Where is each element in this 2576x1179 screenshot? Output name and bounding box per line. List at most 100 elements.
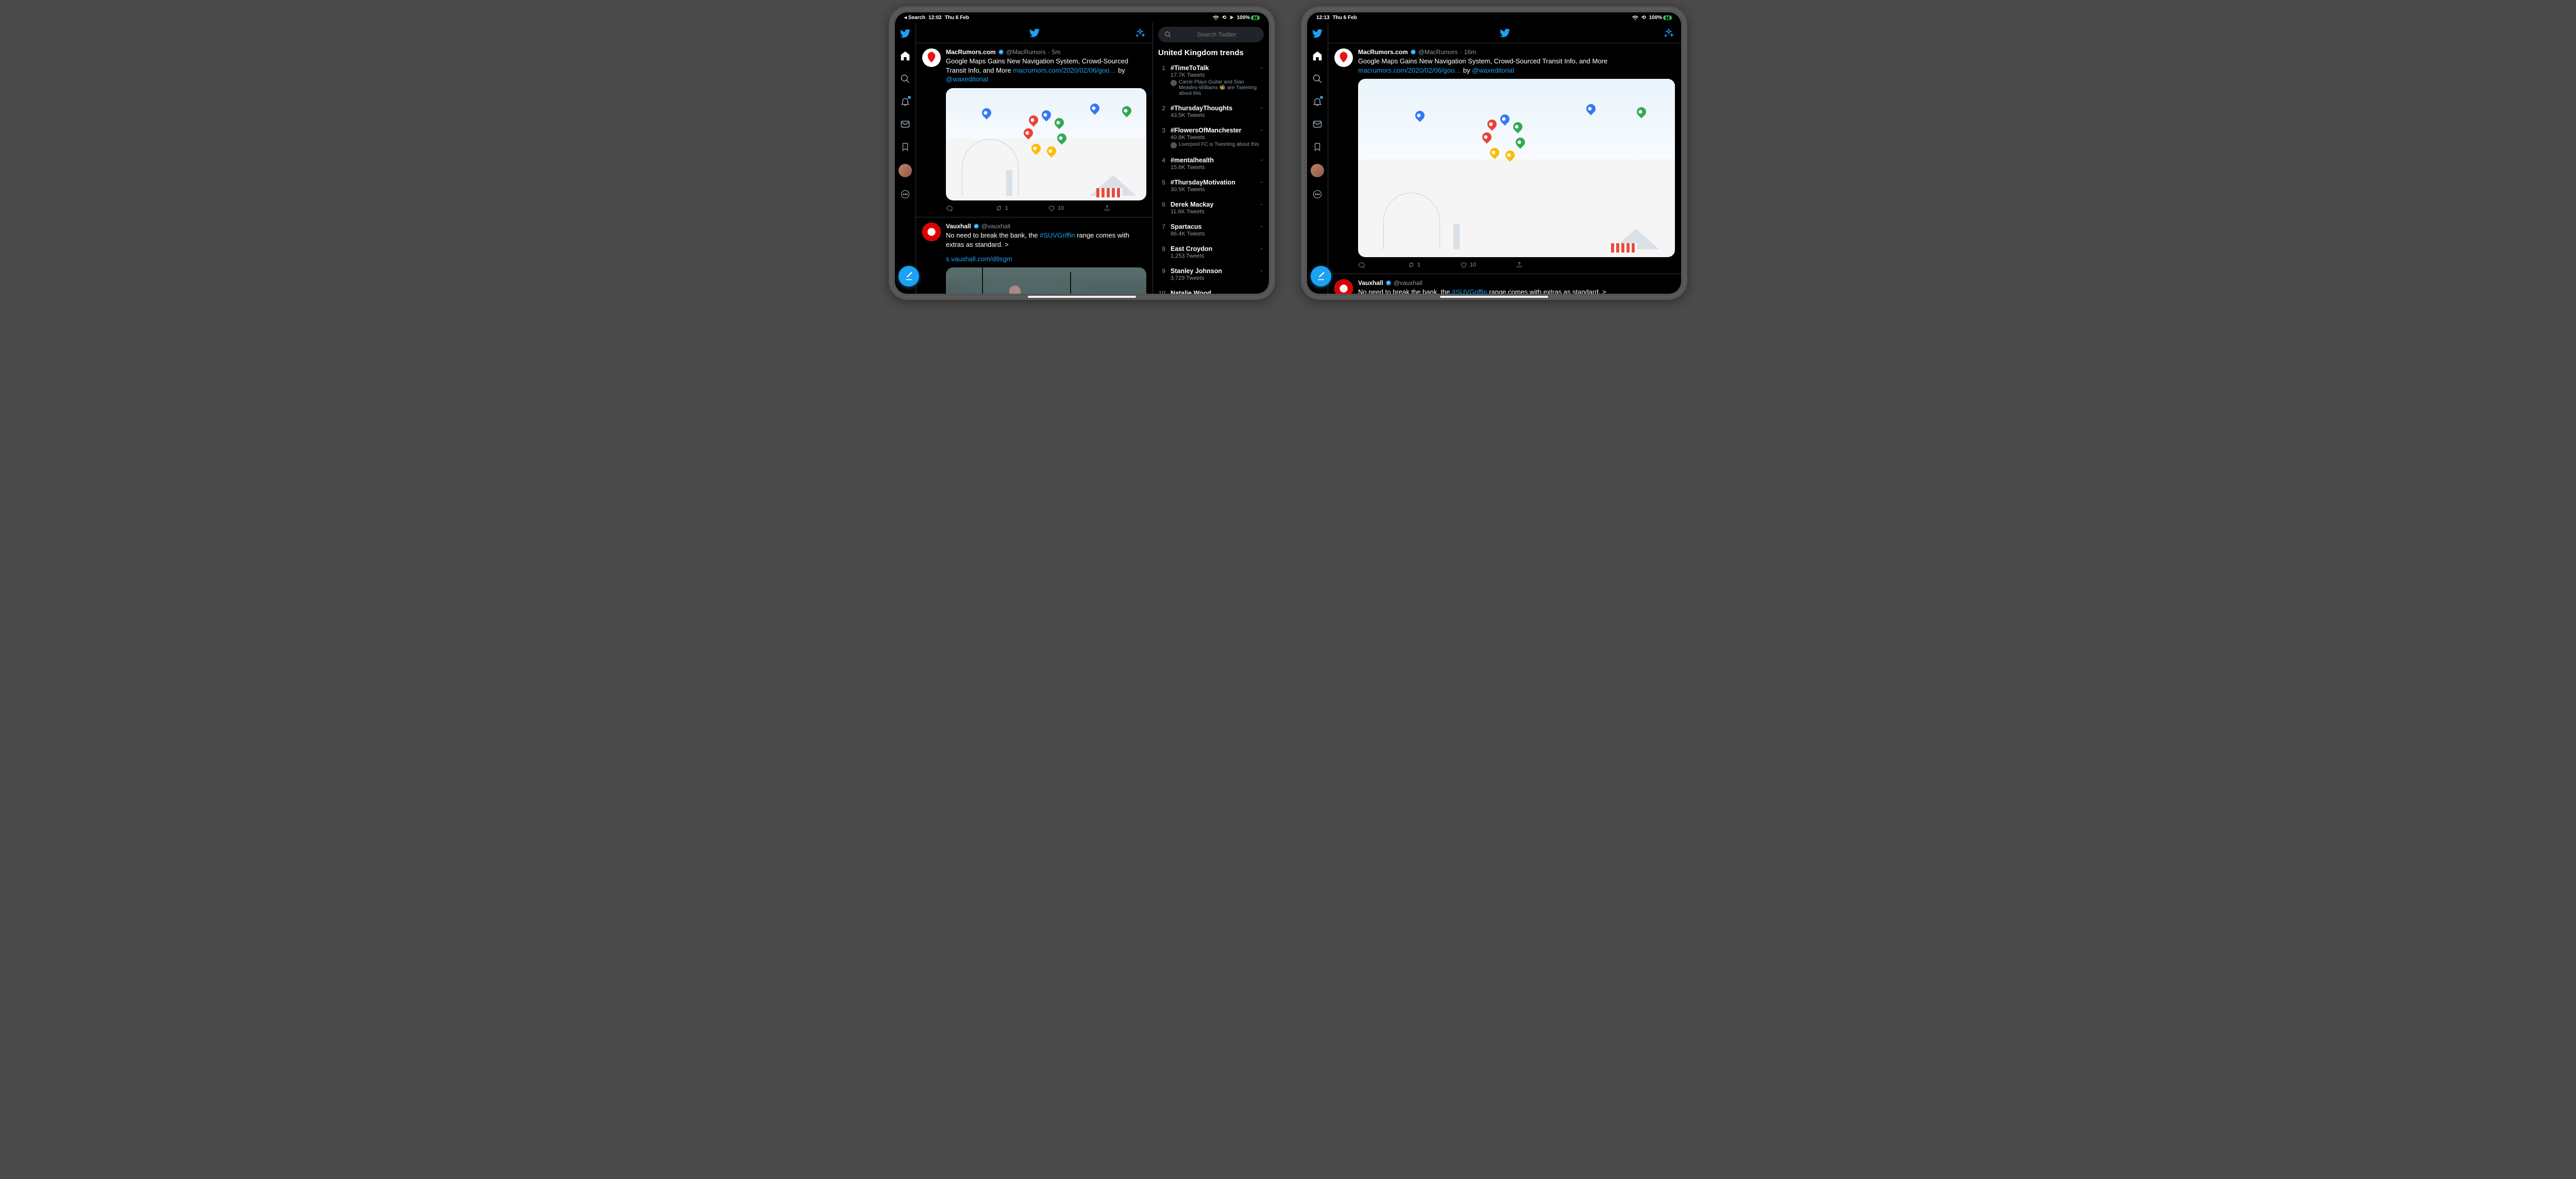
tweet-macrumors[interactable]: MacRumors.com @MacRumors ·16m Google Map… <box>1328 43 1681 274</box>
trend-item[interactable]: 6 Derek Mackay 11.6K Tweets ⌄ <box>1158 197 1264 219</box>
trend-item[interactable]: 3 #FlowersOfManchester 40.8K Tweets Live… <box>1158 123 1264 153</box>
trend-rank: 3 <box>1158 127 1165 148</box>
reply-button[interactable] <box>1358 261 1368 268</box>
tweet-media-image[interactable] <box>1358 79 1675 257</box>
nav-messages[interactable] <box>1312 119 1323 130</box>
reply-button[interactable] <box>946 205 956 212</box>
ipad-device-left: ◂ Search 12:02 Thu 6 Feb ⟲ ➤ 100% ▮▮ <box>889 6 1275 300</box>
tweet-vauxhall[interactable]: Vauxhall @vauxhall No need to break the … <box>916 217 1153 294</box>
trend-item[interactable]: 9 Stanley Johnson 3,729 Tweets ⌄ <box>1158 263 1264 285</box>
like-button[interactable]: 10 <box>1048 205 1064 212</box>
status-date: Thu 6 Feb <box>945 15 969 21</box>
trend-item[interactable]: 5 #ThursdayMotivation 30.5K Tweets ⌄ <box>1158 175 1264 197</box>
retweet-button[interactable]: 1 <box>995 205 1008 212</box>
trend-item[interactable]: 10 Natalie Wood 23.5K Tweets ⌄ <box>1158 285 1264 294</box>
wifi-icon <box>1632 15 1638 20</box>
author-handle[interactable]: @MacRumors <box>1418 48 1458 56</box>
author-handle[interactable]: @vauxhall <box>981 223 1010 230</box>
author-name[interactable]: MacRumors.com <box>946 48 996 56</box>
tweet-media-image[interactable] <box>946 88 1146 201</box>
chevron-down-icon[interactable]: ⌄ <box>1260 127 1264 132</box>
nav-bookmarks[interactable] <box>900 141 911 153</box>
tweet-time[interactable]: 5m <box>1052 48 1061 56</box>
author-name[interactable]: Vauxhall <box>1358 279 1383 287</box>
tweet-hashtag[interactable]: #SUVGriffin <box>1040 231 1075 239</box>
nav-notifications[interactable] <box>1312 96 1323 107</box>
nav-profile-avatar[interactable] <box>899 164 912 177</box>
trend-count: 11.6K Tweets <box>1171 209 1264 215</box>
trend-name: Natalie Wood <box>1171 290 1264 294</box>
trend-item[interactable]: 8 East Croydon 1,253 Tweets ⌄ <box>1158 241 1264 263</box>
header-twitter-logo-icon <box>1029 27 1040 39</box>
share-button[interactable] <box>1104 205 1111 212</box>
nav-notifications[interactable] <box>900 96 911 107</box>
tweet-text: Google Maps Gains New Navigation System,… <box>1358 57 1675 75</box>
trend-name: #ThursdayMotivation <box>1171 179 1264 186</box>
timeline-options-icon[interactable] <box>1664 28 1674 38</box>
chevron-down-icon[interactable]: ⌄ <box>1260 223 1264 229</box>
search-input[interactable] <box>1176 31 1258 38</box>
avatar-macrumors[interactable] <box>1334 48 1353 67</box>
nav-profile-avatar[interactable] <box>1311 164 1324 177</box>
trend-rank: 1 <box>1158 64 1165 96</box>
trend-rank: 8 <box>1158 245 1165 259</box>
tweet-macrumors[interactable]: MacRumors.com @MacRumors ·5m Google Maps… <box>916 43 1153 217</box>
twitter-logo-icon[interactable] <box>1312 28 1323 39</box>
compose-tweet-button[interactable] <box>899 266 919 287</box>
trends-heading: United Kingdom trends <box>1158 48 1264 57</box>
avatar-macrumors[interactable] <box>922 48 941 67</box>
tweet-hashtag[interactable]: #SUVGriffin <box>1452 288 1487 294</box>
nav-more[interactable] <box>1312 189 1323 200</box>
chevron-down-icon[interactable]: ⌄ <box>1260 201 1264 207</box>
avatar-vauxhall[interactable] <box>1334 279 1353 294</box>
orientation-lock-icon: ⟲ <box>1641 15 1646 21</box>
nav-explore[interactable] <box>1312 73 1323 85</box>
nav-messages[interactable] <box>900 119 911 130</box>
chevron-down-icon[interactable]: ⌄ <box>1260 179 1264 184</box>
nav-home[interactable] <box>1312 50 1323 62</box>
nav-more[interactable] <box>900 189 911 200</box>
status-bar: ◂ Search 12:02 Thu 6 Feb ⟲ ➤ 100% ▮▮ <box>895 12 1269 23</box>
author-handle[interactable]: @MacRumors <box>1006 48 1046 56</box>
retweet-button[interactable]: 1 <box>1408 261 1420 268</box>
trend-name: #mentalhealth <box>1171 157 1264 164</box>
chevron-down-icon[interactable]: ⌄ <box>1260 290 1264 294</box>
compose-tweet-button[interactable] <box>1311 266 1331 287</box>
chevron-down-icon[interactable]: ⌄ <box>1260 157 1264 162</box>
trend-rank: 5 <box>1158 179 1165 193</box>
nav-explore[interactable] <box>900 73 911 85</box>
chevron-down-icon[interactable]: ⌄ <box>1260 267 1264 273</box>
author-handle[interactable]: @vauxhall <box>1394 279 1422 287</box>
chevron-down-icon[interactable]: ⌄ <box>1260 64 1264 70</box>
twitter-logo-icon[interactable] <box>900 28 911 39</box>
share-button[interactable] <box>1516 261 1523 268</box>
tweet-mention[interactable]: @waxeditorial <box>1472 66 1514 74</box>
tweet-link[interactable]: s.vauxhall.com/d9sgm <box>946 255 1012 263</box>
trend-item[interactable]: 2 #ThursdayThoughts 43.5K Tweets ⌄ <box>1158 100 1264 123</box>
tweet-media-video[interactable] <box>946 267 1146 294</box>
avatar-vauxhall[interactable] <box>922 223 941 241</box>
chevron-down-icon[interactable]: ⌄ <box>1260 245 1264 251</box>
trend-item[interactable]: 7 Spartacus 86.4K Tweets ⌄ <box>1158 219 1264 241</box>
tweet-mention[interactable]: @waxeditorial <box>946 75 988 83</box>
search-field[interactable] <box>1158 27 1264 42</box>
tweet-link[interactable]: macrumors.com/2020/02/06/goo… <box>1013 66 1116 74</box>
trend-item[interactable]: 1 #TimeToTalk 17.7K Tweets Carrie Plays … <box>1158 60 1264 100</box>
trend-rank: 4 <box>1158 157 1165 171</box>
timeline-options-icon[interactable] <box>1135 28 1145 38</box>
back-to-app[interactable]: ◂ Search <box>904 15 925 21</box>
trend-item[interactable]: 4 #mentalhealth 15.6K Tweets ⌄ <box>1158 153 1264 175</box>
timeline-column: MacRumors.com @MacRumors ·16m Google Map… <box>1328 23 1681 294</box>
trend-name: #FlowersOfManchester <box>1171 127 1264 134</box>
author-name[interactable]: MacRumors.com <box>1358 48 1408 56</box>
nav-home[interactable] <box>900 50 911 62</box>
chevron-down-icon[interactable]: ⌄ <box>1260 105 1264 110</box>
tweet-vauxhall[interactable]: Vauxhall @vauxhall No need to break the … <box>1328 274 1681 294</box>
trend-rank: 7 <box>1158 223 1165 237</box>
tweet-link[interactable]: macrumors.com/2020/02/06/goo… <box>1358 66 1461 74</box>
author-name[interactable]: Vauxhall <box>946 223 971 230</box>
nav-bookmarks[interactable] <box>1312 141 1323 153</box>
timeline-column: MacRumors.com @MacRumors ·5m Google Maps… <box>916 23 1153 294</box>
tweet-time[interactable]: 16m <box>1464 48 1476 56</box>
like-button[interactable]: 10 <box>1460 261 1476 268</box>
